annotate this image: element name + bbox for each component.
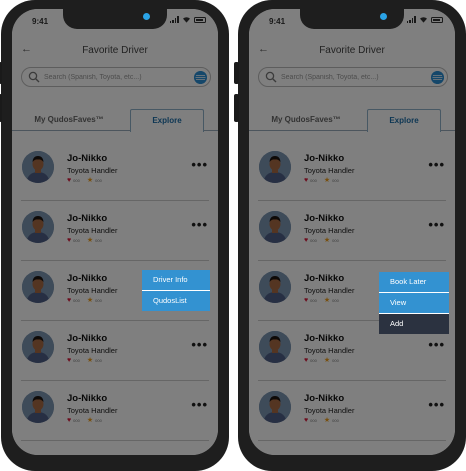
- menu-item-qudoslist[interactable]: QudosList: [142, 291, 210, 311]
- side-button: [0, 94, 2, 122]
- menu-item-view[interactable]: View: [379, 293, 449, 313]
- phone-mockup-left: 9:41 ← Favorite Driver My Q: [0, 0, 229, 471]
- menu-item-driver-info[interactable]: Driver Info: [142, 270, 210, 290]
- dim-overlay: [249, 9, 455, 455]
- phone-notch: [300, 9, 404, 29]
- dim-overlay: [12, 9, 218, 455]
- menu-item-add[interactable]: Add: [379, 314, 449, 334]
- side-button: [0, 62, 2, 84]
- context-menu: Driver Info QudosList: [142, 270, 210, 311]
- side-button: [234, 94, 239, 122]
- phone-notch: [63, 9, 167, 29]
- phone-screen: 9:41 ← Favorite Driver My Q: [12, 9, 218, 455]
- context-menu: Book Later View Add: [379, 272, 449, 334]
- phone-screen: 9:41 ← Favorite Driver My Q: [249, 9, 455, 455]
- camera-icon: [143, 13, 150, 20]
- camera-icon: [380, 13, 387, 20]
- phone-mockup-right: 9:41 ← Favorite Driver My Q: [234, 0, 466, 471]
- side-button: [234, 62, 239, 84]
- menu-item-book-later[interactable]: Book Later: [379, 272, 449, 292]
